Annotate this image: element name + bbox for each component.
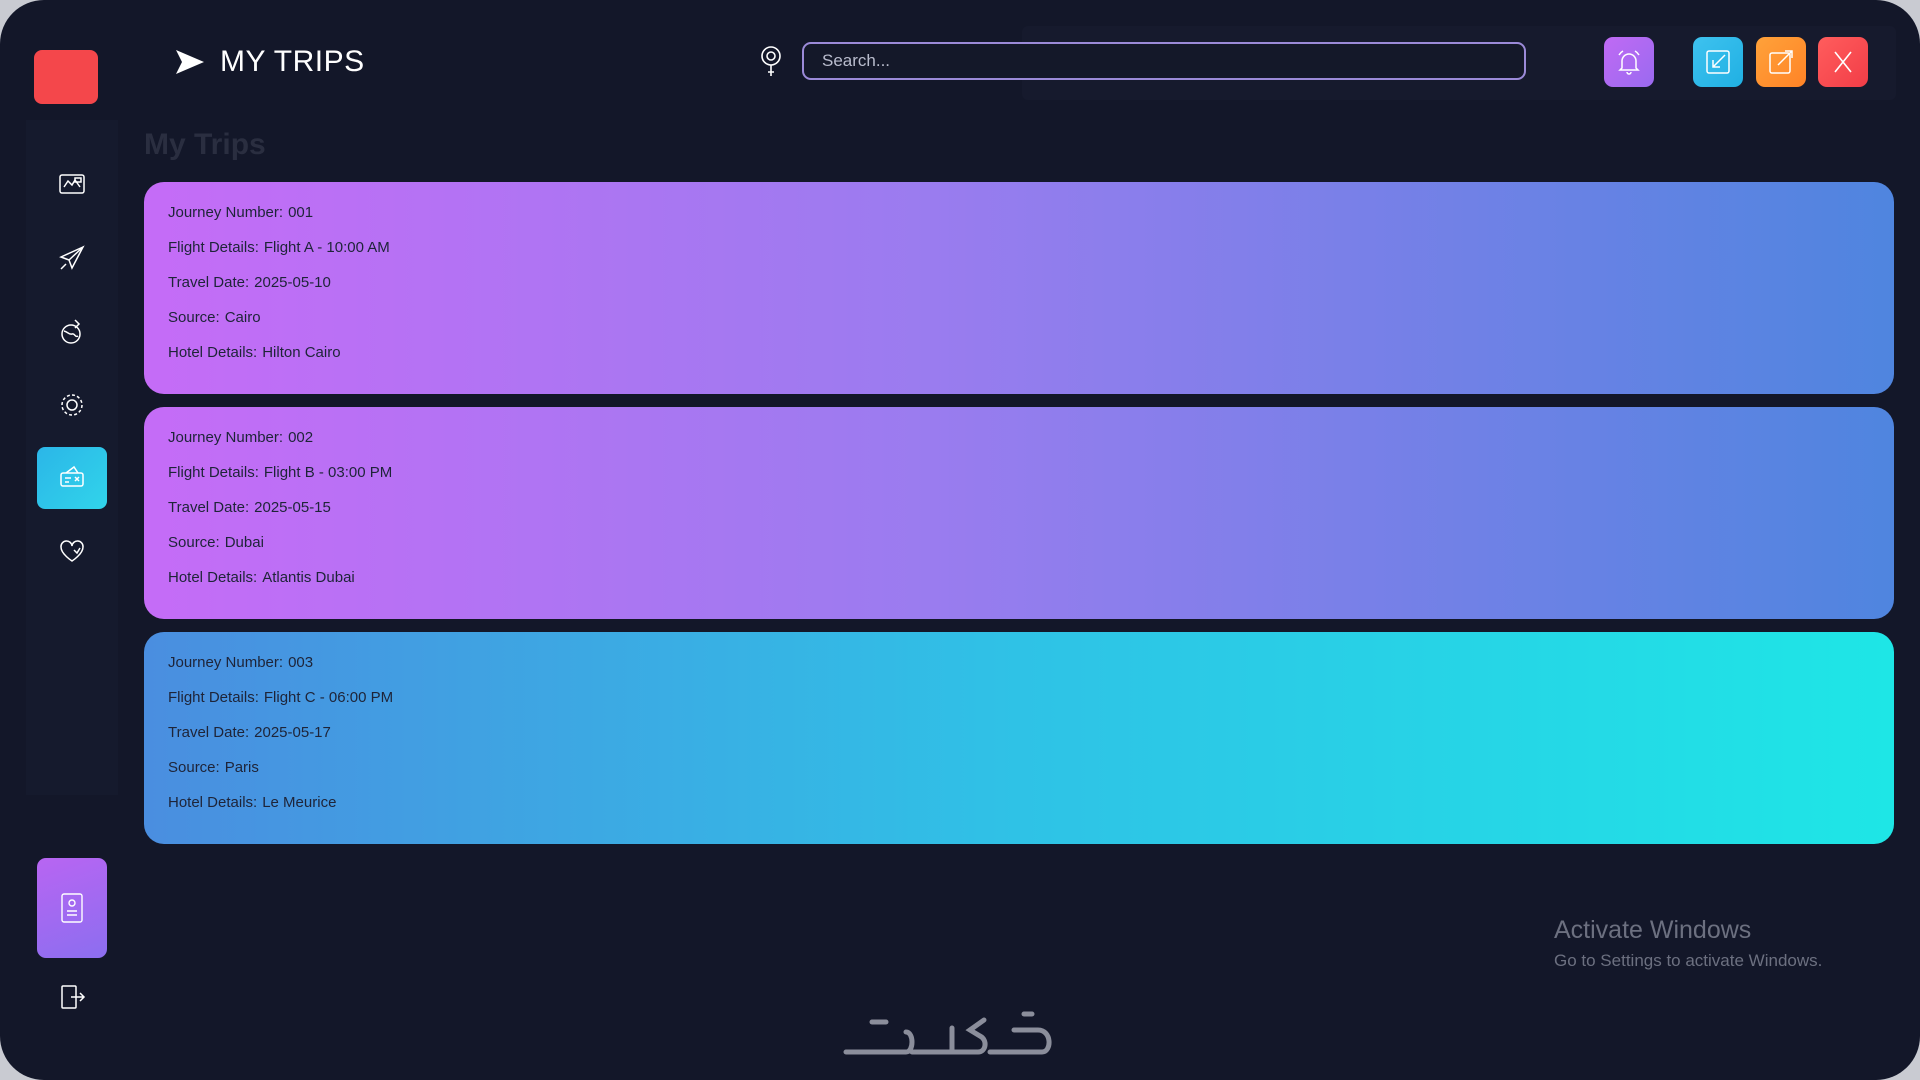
trip-card[interactable]: Journey Number: 002 Flight Details: Flight… [144,407,1894,619]
hotel-details-row: Hotel Details: Hilton Cairo [168,344,341,361]
world-icon [61,319,81,344]
brand-logo [843,1011,1052,1055]
sidebar-item-flights[interactable] [37,227,107,289]
bell-icon [1618,50,1640,75]
sidebar-item-world[interactable] [37,301,107,363]
paper-plane-icon [176,50,204,74]
dashboard-icon [59,174,85,194]
page-heading: My Trips [144,128,266,161]
source-row: Source: Paris [168,759,259,776]
profile-card-button[interactable] [37,858,107,958]
trip-card[interactable]: Journey Number: 003 Flight Details: Flight… [144,632,1894,844]
tickets-icon [60,465,84,487]
sidebar-item-tickets[interactable] [37,447,107,509]
logout-icon [61,985,86,1009]
search-icon[interactable] [758,44,788,78]
maximize-icon [1769,50,1793,74]
sidebar-item-dashboard[interactable] [37,153,107,215]
app-logo [34,50,98,104]
maximize-button[interactable] [1756,37,1806,87]
travel-date-row: Travel Date: 2025-05-15 [168,499,331,516]
travel-date-row: Travel Date: 2025-05-10 [168,274,331,291]
flight-details-row: Flight Details: Flight A - 10:00 AM [168,239,390,256]
app-title: MY TRIPS [220,45,365,78]
gear-icon [61,394,83,416]
sidebar-item-settings[interactable] [37,374,107,436]
logout-button[interactable] [37,966,107,1028]
app-window: MY TRIPS My Trips Journey Number:001 Fli… [0,0,1920,1080]
trip-card[interactable]: Journey Number: 001 Flight Details: Flight… [144,182,1894,394]
hotel-details-row: Hotel Details: Atlantis Dubai [168,569,355,586]
search-input[interactable] [802,42,1526,80]
journey-number-row: Journey Number: 001 [168,204,314,221]
journey-number-row: Journey Number: 002 [168,429,314,446]
hotel-details-row: Hotel Details: Le Meurice [168,794,337,811]
watermark-title: Activate Windows [1554,916,1752,944]
minimize-icon [1706,50,1730,74]
travel-date-row: Travel Date: 2025-05-17 [168,724,331,741]
minimize-button[interactable] [1693,37,1743,87]
watermark-subtitle: Go to Settings to activate Windows. [1554,951,1823,970]
journey-number-row: Journey Number: 003 [168,654,314,671]
close-button[interactable] [1818,37,1868,87]
sidebar-item-favorites[interactable] [37,520,107,582]
flight-icon [59,245,85,270]
source-row: Source: Dubai [168,534,264,551]
notifications-button[interactable] [1604,37,1654,87]
heart-icon [60,540,84,562]
close-icon [1834,51,1852,73]
flight-details-row: Flight Details: Flight C - 06:00 PM [168,689,394,706]
flight-details-row: Flight Details: Flight B - 03:00 PM [168,464,393,481]
source-row: Source: Cairo [168,309,261,326]
activate-windows-watermark: Activate Windows Go to Settings to activ… [1554,916,1822,971]
profile-card-icon [61,893,83,923]
